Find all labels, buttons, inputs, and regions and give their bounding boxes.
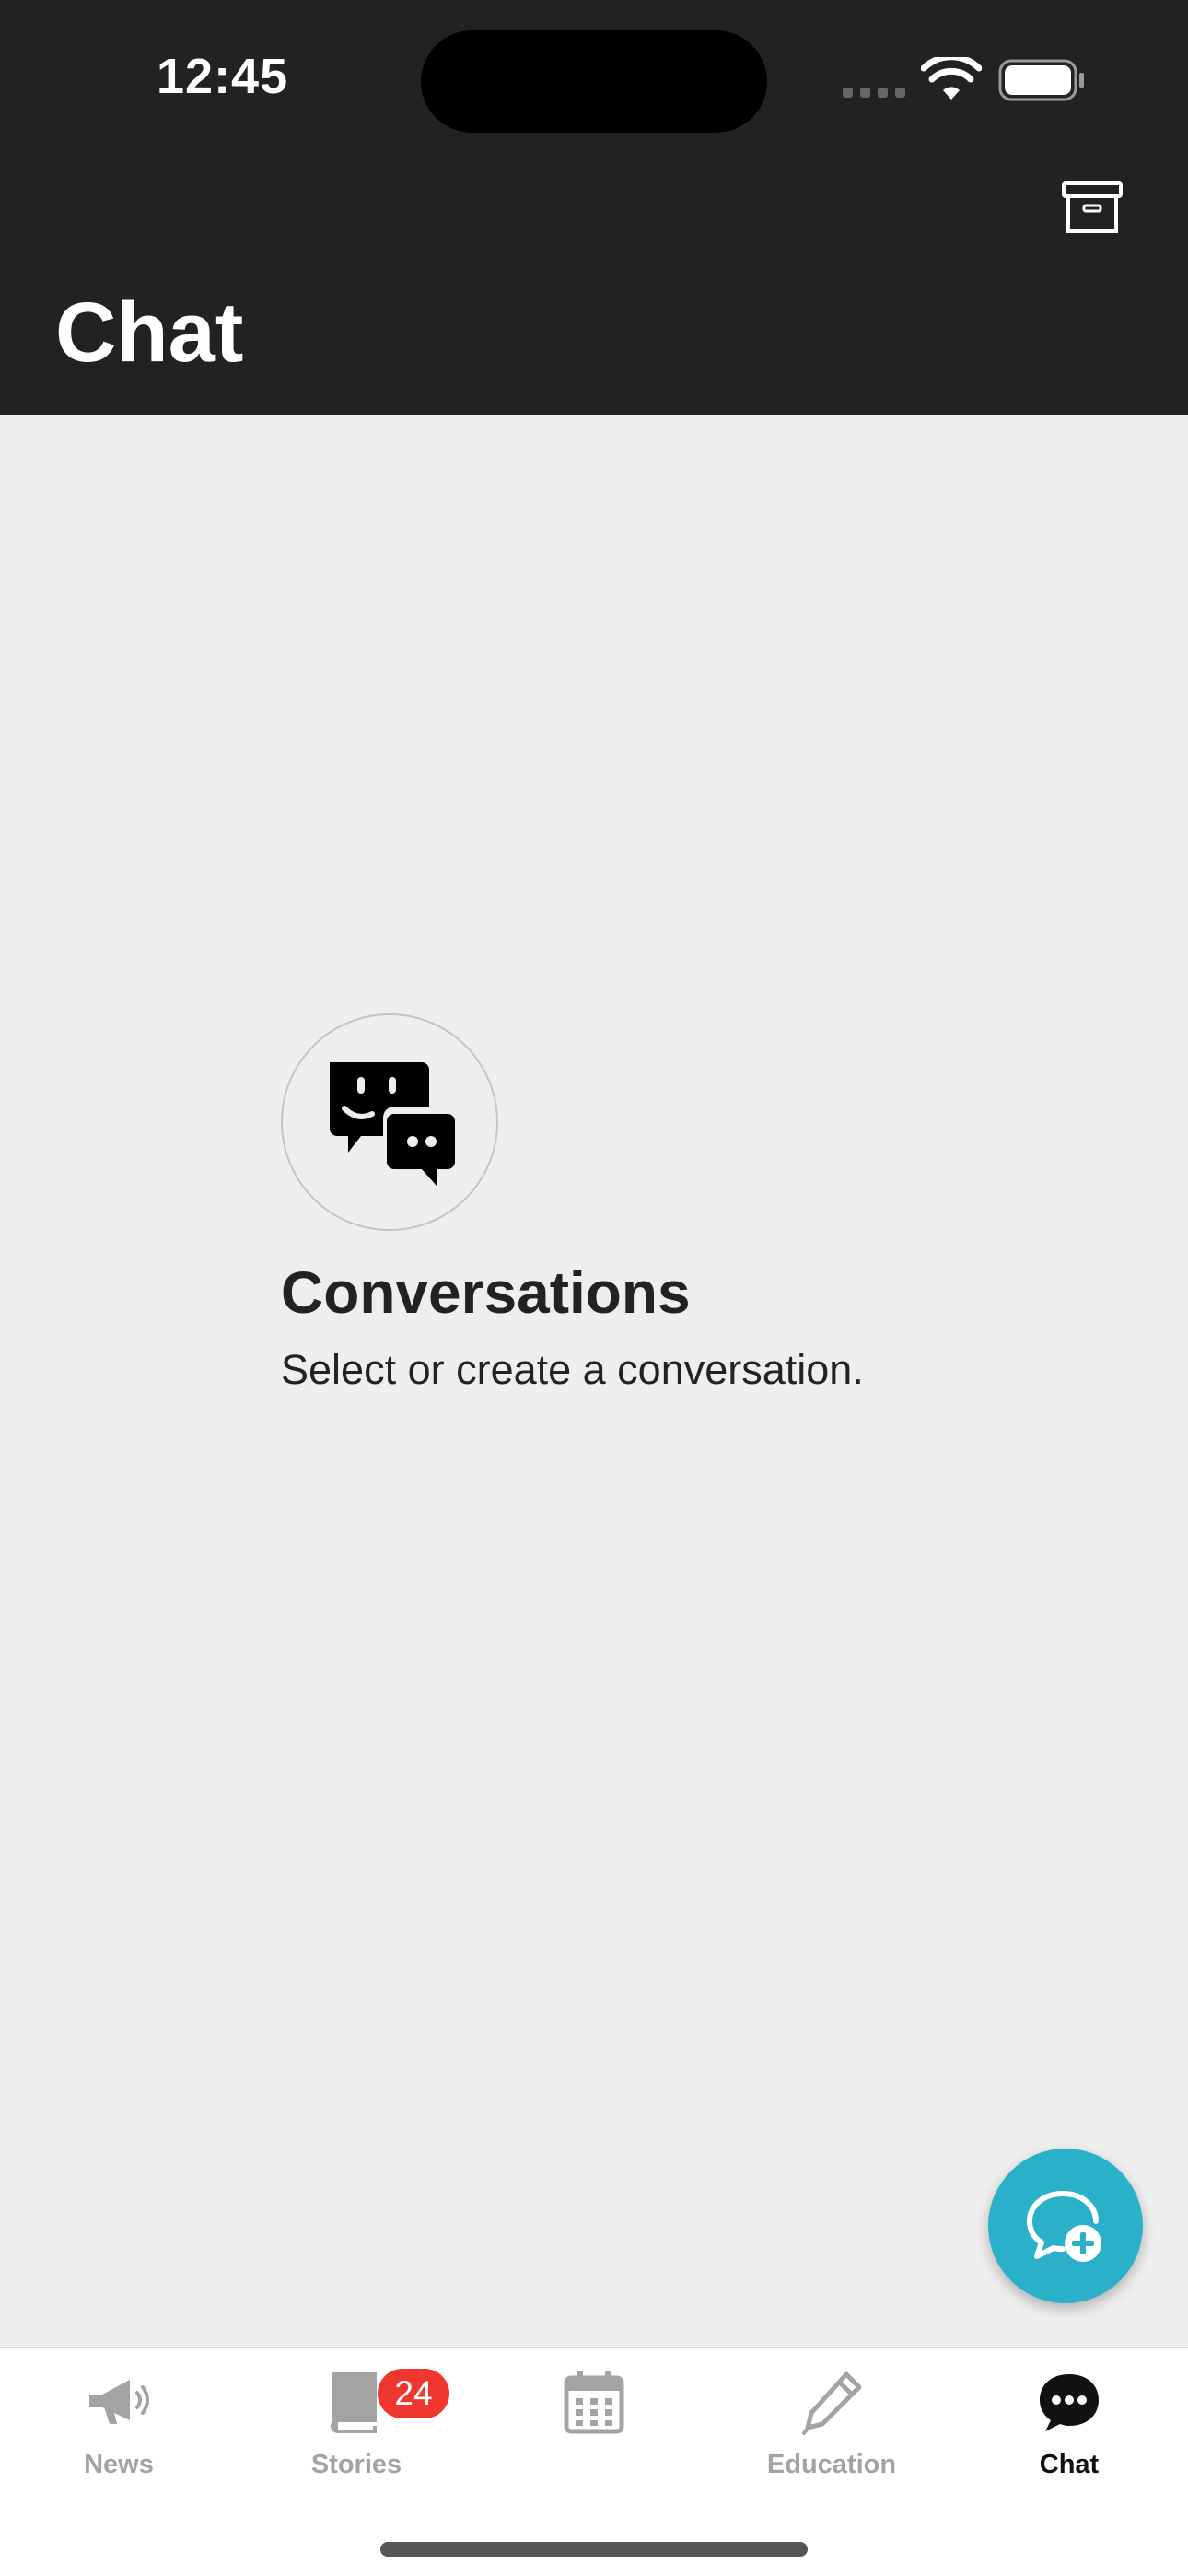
tab-stories[interactable]: Stories 24 xyxy=(238,2367,475,2505)
new-chat-plus-icon xyxy=(1027,2191,1101,2262)
calendar-icon xyxy=(564,2371,624,2434)
home-indicator[interactable] xyxy=(380,2542,808,2557)
tab-calendar[interactable] xyxy=(475,2367,713,2505)
tab-news-label: News xyxy=(84,2450,154,2479)
wifi-icon xyxy=(921,57,982,100)
dynamic-island xyxy=(421,30,767,133)
status-time: 12:45 xyxy=(157,49,289,104)
cellular-signal-icon xyxy=(843,88,905,98)
tab-chat[interactable]: Chat xyxy=(950,2367,1188,2505)
stories-badge: 24 xyxy=(378,2369,449,2418)
tab-chat-label: Chat xyxy=(1039,2450,1100,2479)
empty-state-subtitle: Select or create a conversation. xyxy=(281,1346,864,1394)
empty-state-title: Conversations xyxy=(281,1259,691,1326)
empty-state: Conversations Select or create a convers… xyxy=(281,1013,1110,1395)
header-bar: 12:45 Chat xyxy=(0,0,1188,415)
chat-bubble-icon xyxy=(1040,2374,1099,2431)
tab-education[interactable]: Education xyxy=(713,2367,950,2505)
tab-news[interactable]: News xyxy=(0,2367,238,2505)
megaphone-icon xyxy=(89,2380,149,2424)
new-conversation-button[interactable] xyxy=(988,2149,1143,2303)
archive-box-icon[interactable] xyxy=(1061,181,1124,236)
page-title: Chat xyxy=(55,286,244,380)
pencil-icon xyxy=(802,2371,862,2435)
battery-icon xyxy=(998,59,1084,101)
tab-stories-label: Stories xyxy=(310,2450,402,2479)
chat-bubbles-icon xyxy=(330,1062,455,1186)
empty-state-icon-circle xyxy=(281,1013,498,1231)
tab-education-label: Education xyxy=(766,2450,897,2479)
